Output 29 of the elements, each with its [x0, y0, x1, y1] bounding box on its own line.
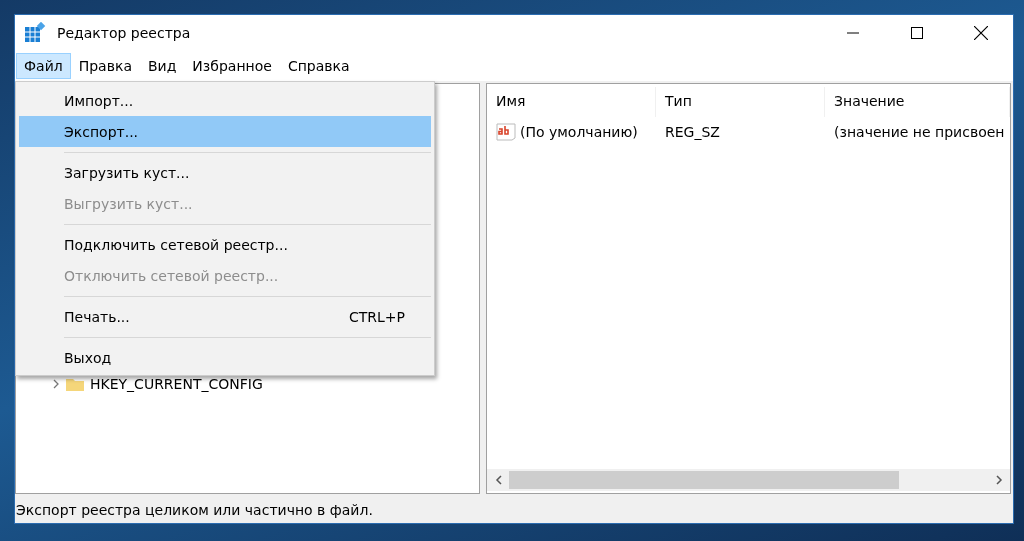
close-icon[interactable]	[974, 26, 988, 40]
column-header[interactable]: Тип	[656, 87, 825, 117]
column-header[interactable]: Имя	[487, 87, 656, 117]
menu-item[interactable]: Вид	[139, 53, 185, 79]
registry-icon	[24, 22, 46, 44]
scrollbar-thumb[interactable]	[509, 471, 899, 489]
string-value-icon	[496, 123, 516, 141]
horizontal-scrollbar[interactable]	[487, 469, 1010, 491]
menu-item[interactable]: Импорт...	[19, 85, 431, 116]
table-cell-text: (значение не присвоен	[833, 123, 1006, 142]
column-header[interactable]: Значение	[825, 87, 1010, 117]
menu-item[interactable]: Печать... CTRL+P	[19, 301, 431, 332]
menu-item[interactable]: Подключить сетевой реестр...	[19, 229, 431, 260]
menu-item[interactable]: Избранное	[184, 53, 280, 79]
table-cell-text: REG_SZ	[664, 123, 721, 142]
menu-item[interactable]: Файл	[16, 53, 71, 79]
table-cell: (По умолчанию)	[487, 117, 656, 147]
menu-item[interactable]: Экспорт...	[19, 116, 431, 147]
status-text: Экспорт реестра целиком или частично в файл.	[16, 501, 373, 518]
scroll-right-icon[interactable]	[995, 475, 1003, 485]
menu-item[interactable]: Загрузить куст...	[19, 157, 431, 188]
menu-item[interactable]: Выход	[19, 342, 431, 373]
menu-item[interactable]: Правка	[70, 53, 140, 79]
chevron-right-icon[interactable]	[52, 379, 60, 389]
menu-item[interactable]: Справка	[279, 53, 358, 79]
tree-item[interactable]: HKEY_CURRENT_CONFIG	[90, 376, 263, 392]
window-title: Редактор реестра	[57, 25, 192, 41]
maximize-icon[interactable]	[911, 27, 923, 39]
scroll-left-icon[interactable]	[494, 475, 502, 485]
